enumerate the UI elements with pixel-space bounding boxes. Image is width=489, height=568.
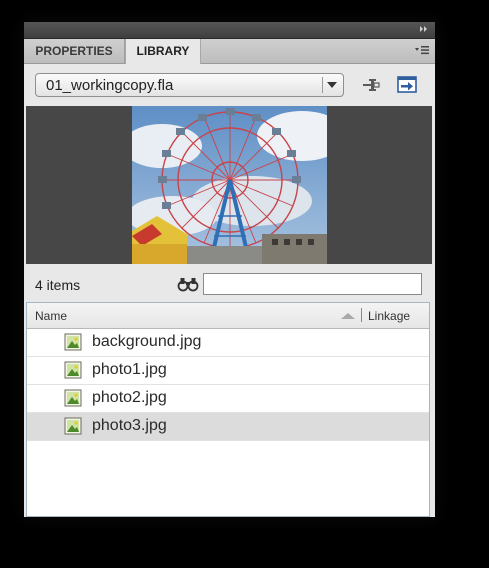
search-input[interactable] [203, 273, 422, 295]
tab-library[interactable]: LIBRARY [125, 39, 201, 64]
document-dropdown[interactable]: 01_workingcopy.fla [35, 73, 344, 97]
column-header-name[interactable]: Name [35, 309, 67, 323]
item-preview [26, 106, 432, 264]
ferris-wheel-preview-image [132, 106, 327, 264]
column-header: Name Linkage [27, 303, 429, 329]
sort-ascending-icon[interactable] [341, 313, 355, 319]
bitmap-icon [64, 417, 82, 435]
column-divider[interactable] [361, 308, 362, 322]
library-items-list: Name Linkage background.jpg photo1.jpg p… [26, 302, 430, 517]
document-dropdown-value: 01_workingcopy.fla [46, 77, 174, 94]
binoculars-icon [177, 278, 199, 292]
panel-title-bar [24, 22, 435, 39]
list-item-label: photo2.jpg [92, 389, 167, 406]
list-item-label: photo3.jpg [92, 417, 167, 434]
list-item[interactable]: photo3.jpg [27, 413, 429, 441]
tab-properties[interactable]: PROPERTIES [24, 39, 125, 63]
new-library-panel-icon[interactable] [396, 75, 418, 95]
document-row: 01_workingcopy.fla [24, 64, 435, 104]
column-header-linkage[interactable]: Linkage [368, 309, 410, 323]
dropdown-divider [322, 77, 323, 93]
item-count: 4 items [35, 277, 81, 293]
list-item-label: background.jpg [92, 333, 202, 350]
pin-library-icon[interactable] [360, 75, 382, 95]
bitmap-icon [64, 361, 82, 379]
bitmap-icon [64, 333, 82, 351]
panel-tab-bar: PROPERTIES LIBRARY [24, 39, 435, 64]
search-row: 4 items [24, 268, 435, 300]
chevron-down-icon [327, 82, 337, 88]
bitmap-icon [64, 389, 82, 407]
library-panel: PROPERTIES LIBRARY 01_workingcopy.fla 4 … [24, 22, 435, 517]
panel-menu-icon[interactable] [415, 45, 429, 55]
list-item[interactable]: photo1.jpg [27, 357, 429, 385]
list-item-label: photo1.jpg [92, 361, 167, 378]
collapse-panel-icon[interactable] [419, 24, 429, 34]
list-item[interactable]: photo2.jpg [27, 385, 429, 413]
list-item[interactable]: background.jpg [27, 329, 429, 357]
